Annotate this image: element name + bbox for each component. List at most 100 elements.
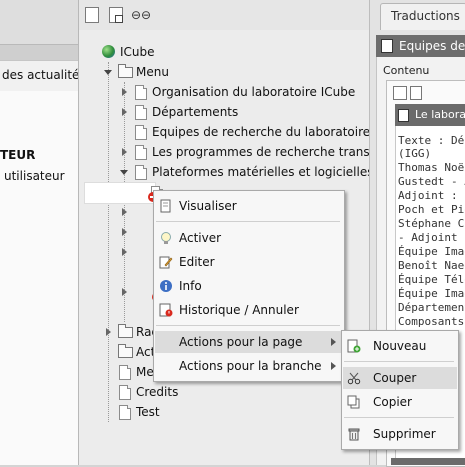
menu-item-label: Copier: [373, 395, 412, 409]
menu-item-label: Info: [179, 279, 202, 293]
globe-icon: [102, 45, 115, 58]
folder-icon: [118, 344, 133, 358]
content-line: Adjoint : Ce: [398, 189, 465, 202]
tree-item-hidden-1[interactable]: [116, 192, 158, 222]
content-line: Équipe Imag: [398, 287, 465, 300]
content-label: Contenu: [383, 64, 430, 77]
tree-item-label: Credits: [136, 385, 179, 399]
scissors-icon: [347, 372, 361, 385]
menu-separator: [344, 417, 454, 418]
menu-item-historique[interactable]: Historique / Annuler: [155, 299, 343, 321]
menu-separator: [156, 325, 340, 326]
tree-item-hidden-2[interactable]: [116, 222, 136, 242]
content-line: Composants: [398, 315, 465, 328]
page-icon: [135, 125, 147, 140]
menu-item-visualiser[interactable]: Visualiser: [155, 195, 343, 217]
content-line: (IGG): [398, 147, 432, 160]
expand-icon[interactable]: [122, 248, 127, 256]
new-page-icon[interactable]: [85, 7, 99, 23]
document-icon: [160, 199, 171, 213]
page-icon: [119, 405, 131, 420]
menu-item-supprimer[interactable]: Supprimer: [343, 423, 457, 445]
tree-item-hidden-4[interactable]: [116, 282, 162, 302]
tree-item-rac[interactable]: Rac: [100, 322, 160, 342]
expand-icon[interactable]: [122, 228, 127, 236]
content-line: Texte : Dép: [398, 134, 465, 147]
tree-item-label: Organisation du laboratoire ICube: [152, 85, 356, 99]
copy-page-icon[interactable]: [109, 7, 123, 23]
menu-item-actions-branche[interactable]: Actions pour la branche: [155, 355, 343, 377]
menu-item-nouveau[interactable]: Nouveau: [343, 335, 457, 357]
menu-separator: [156, 221, 340, 222]
tree-root-label: ICube: [120, 45, 155, 59]
content-line: Poch et Pier: [398, 203, 465, 216]
tree-item-label: Les programmes de recherche transve: [152, 145, 369, 159]
expand-icon[interactable]: [122, 148, 127, 156]
content-line: Département: [398, 301, 465, 314]
new-content-icon[interactable]: [393, 86, 407, 100]
content-element-title: Le labora: [415, 108, 465, 121]
tab-traductions[interactable]: Traductions: [380, 3, 465, 30]
tree-item-act[interactable]: Act: [100, 342, 160, 362]
news-module-item[interactable]: des actualités: [0, 60, 78, 92]
page-icon: [119, 385, 131, 400]
tree-item-men[interactable]: Men: [100, 362, 160, 382]
history-icon: [159, 303, 173, 317]
content-line: - Adjoint :: [398, 231, 465, 244]
menu-item-label: Activer: [179, 231, 222, 245]
menu-item-info[interactable]: Info: [155, 275, 343, 297]
tree-item-test[interactable]: Test: [100, 402, 300, 422]
content-line: Thomas Noë: [398, 161, 465, 174]
tree-item-organisation[interactable]: Organisation du laboratoire ICube: [116, 82, 376, 102]
content-line: Équipe Imag: [398, 245, 465, 258]
expand-icon[interactable]: [122, 208, 127, 216]
tree-item-plateformes[interactable]: Plateformes matérielles et logicielles: [116, 162, 369, 182]
content-line: Gustedt - A: [398, 175, 465, 188]
menu-item-label: Editer: [179, 255, 215, 269]
page-icon: [135, 85, 147, 100]
tab-label: Traductions: [391, 9, 460, 23]
tree-item-programmes[interactable]: Les programmes de recherche transve: [116, 142, 369, 162]
menu-item-label: Actions pour la page: [179, 335, 303, 349]
link-icon[interactable]: ⊖⊖: [131, 8, 151, 22]
folder-icon: [118, 324, 133, 338]
menu-separator: [344, 361, 454, 362]
tree-item-hidden-3[interactable]: [116, 242, 136, 262]
tree-item-menu[interactable]: Menu: [100, 62, 300, 82]
menu-item-actions-page[interactable]: Actions pour la page: [155, 331, 343, 353]
tree-root[interactable]: ICube: [100, 42, 300, 62]
panel-header: Equipes de: [376, 35, 465, 57]
submenu-page-actions: Nouveau Couper Copier Supprimer: [341, 330, 459, 450]
tree-item-departements[interactable]: Départements: [116, 102, 376, 122]
tree-item-credits[interactable]: Credits: [100, 382, 300, 402]
context-menu: Visualiser Activer Editer Info Historiqu…: [153, 190, 345, 382]
expand-icon[interactable]: [104, 70, 112, 75]
menu-item-copier[interactable]: Copier: [343, 391, 457, 413]
page-icon: [135, 105, 147, 120]
content-element-header[interactable]: Le labora: [395, 104, 465, 126]
tree-item-label: Plateformes matérielles et logicielles: [152, 165, 369, 179]
menu-item-couper[interactable]: Couper: [343, 367, 457, 389]
new-page-icon: [347, 339, 361, 353]
panel-title: Equipes de: [399, 39, 465, 53]
page-icon[interactable]: [410, 86, 422, 100]
trash-icon: [348, 428, 360, 441]
user-item[interactable]: utilisateur: [4, 169, 65, 183]
tree-item-label: Equipes de recherche du laboratoire I: [152, 125, 369, 139]
expand-icon[interactable]: [122, 288, 127, 296]
menu-item-editer[interactable]: Editer: [155, 251, 343, 273]
page-icon: [381, 39, 393, 53]
expand-icon[interactable]: [122, 108, 127, 116]
expand-icon[interactable]: [122, 88, 127, 96]
tree-item-selected[interactable]: [84, 182, 163, 204]
menu-item-label: Supprimer: [373, 427, 436, 441]
menu-item-activer[interactable]: Activer: [155, 227, 343, 249]
menu-item-label: Actions pour la branche: [179, 359, 322, 373]
tree-item-equipes[interactable]: Equipes de recherche du laboratoire I: [116, 122, 369, 142]
lightbulb-icon: [161, 232, 171, 244]
menu-item-label: Visualiser: [179, 199, 237, 213]
page-icon: [135, 165, 147, 180]
collapse-icon[interactable]: [120, 170, 128, 175]
expand-icon[interactable]: [106, 328, 111, 336]
menu-item-label: Couper: [373, 371, 417, 385]
